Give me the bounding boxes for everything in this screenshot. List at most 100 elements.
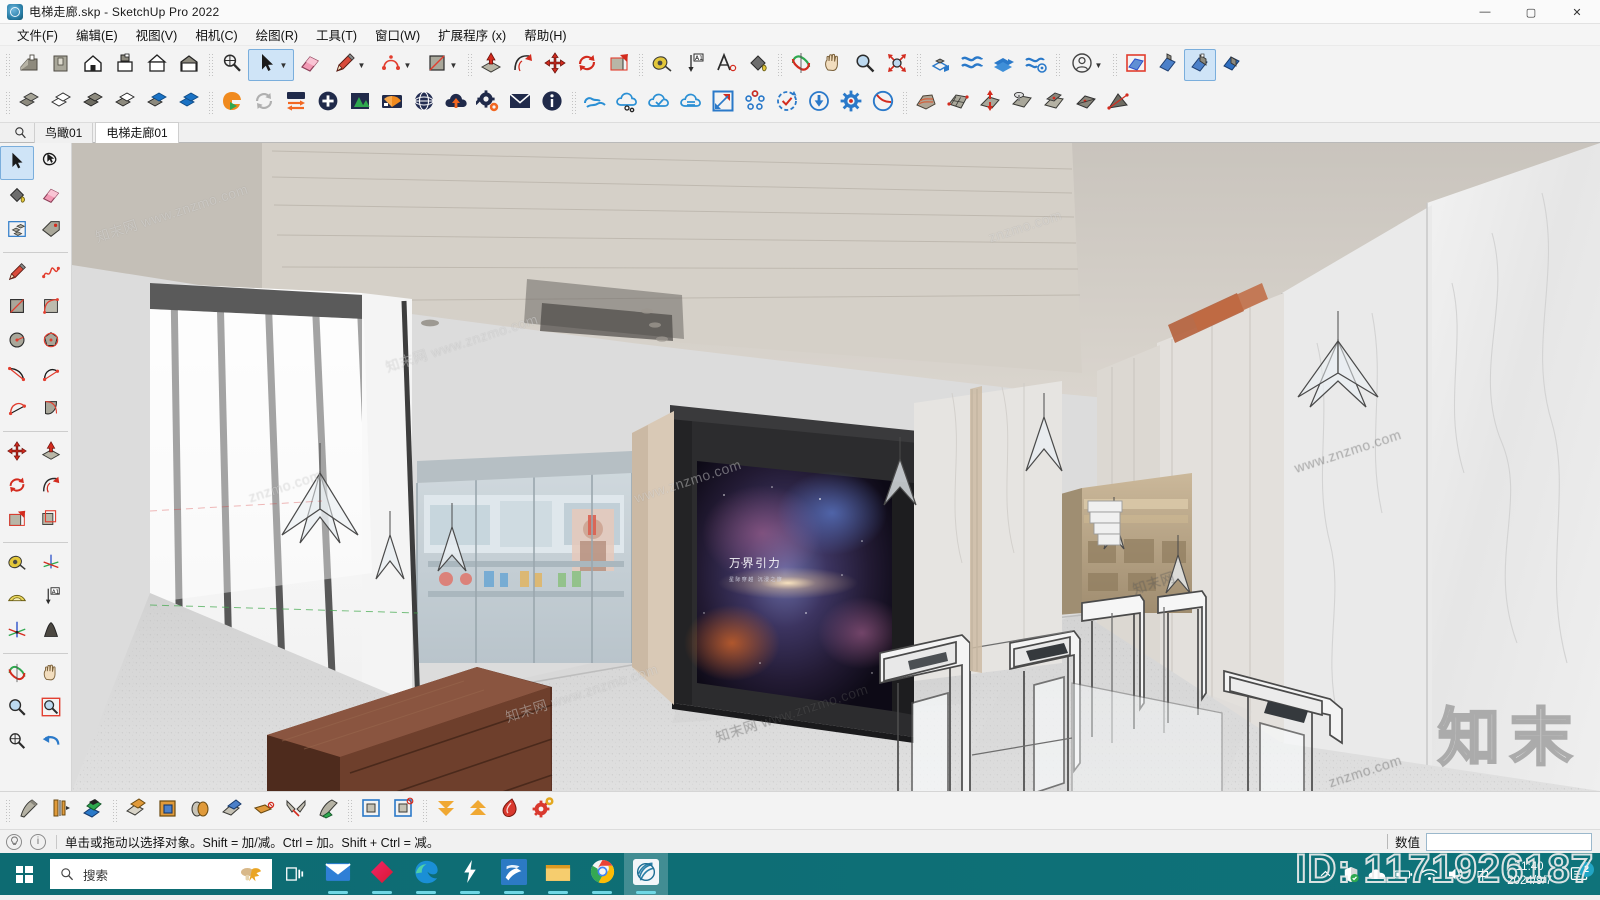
toolbar-grip[interactable]	[5, 797, 10, 824]
pan-hand-tool[interactable]	[34, 658, 68, 692]
toolbar-grip[interactable]	[1112, 52, 1117, 78]
solid-intersect-button[interactable]	[77, 795, 109, 827]
menu-view[interactable]: 视图(V)	[127, 23, 187, 46]
menu-help[interactable]: 帮助(H)	[515, 23, 575, 46]
text-tool-button[interactable]	[710, 49, 742, 81]
rectangle-tool[interactable]	[0, 291, 34, 325]
menu-edit[interactable]: 编辑(E)	[67, 23, 127, 46]
select-arrow-tool[interactable]	[0, 146, 34, 180]
circle-tool[interactable]	[0, 325, 34, 359]
layer-blue-button[interactable]	[141, 87, 173, 119]
drape-button[interactable]	[1038, 87, 1070, 119]
new-document-button[interactable]	[13, 49, 45, 81]
taskbar-app-wps[interactable]	[360, 853, 404, 895]
stamp-button[interactable]	[1006, 87, 1038, 119]
taskbar-app-mail[interactable]	[316, 853, 360, 895]
offset-tool[interactable]	[34, 504, 68, 538]
vcb-input[interactable]	[1426, 832, 1592, 851]
toolbar-grip[interactable]	[5, 90, 10, 116]
component-cloud-button[interactable]	[924, 49, 956, 81]
toolbar-grip[interactable]	[208, 52, 213, 78]
select-arrow-button[interactable]: ▼	[248, 49, 294, 81]
tape-measure-button[interactable]	[646, 49, 678, 81]
paint-bucket-button[interactable]	[742, 49, 774, 81]
minimize-button[interactable]: —	[1462, 0, 1508, 24]
flip-edge-button[interactable]	[1102, 87, 1134, 119]
globe-grid-button[interactable]	[408, 87, 440, 119]
points-circle-button[interactable]	[739, 87, 771, 119]
scene-tab-0[interactable]: 鸟瞰01	[34, 122, 94, 143]
freehand-tool[interactable]	[34, 257, 68, 291]
grid-mesh-button[interactable]	[942, 87, 974, 119]
start-button[interactable]	[0, 853, 48, 895]
pencil-tool[interactable]	[0, 257, 34, 291]
toolbar-grip[interactable]	[422, 797, 427, 824]
followme-tool[interactable]	[34, 470, 68, 504]
curve-cloud-button[interactable]	[579, 87, 611, 119]
protractor-tool[interactable]	[0, 581, 34, 615]
arc-chord-tool[interactable]	[34, 393, 68, 427]
fluid-button[interactable]	[494, 795, 526, 827]
wifi-icon[interactable]	[1416, 868, 1442, 881]
orbit-tool[interactable]	[0, 658, 34, 692]
taskbar-app-edge[interactable]	[404, 853, 448, 895]
layer-outline-button[interactable]	[45, 87, 77, 119]
pencil-button[interactable]: ▼	[326, 49, 372, 81]
solid-tools-button[interactable]	[13, 795, 45, 827]
tag-tool[interactable]	[34, 214, 68, 248]
move-tool[interactable]	[0, 436, 34, 470]
section-plane-button[interactable]	[1120, 49, 1152, 81]
battery-icon[interactable]	[1390, 869, 1416, 880]
toolbar-grip[interactable]	[208, 90, 213, 116]
toolbar-grip[interactable]	[916, 52, 921, 78]
model-viewport[interactable]: 万界引力 星际穿越 沉浸之旅 知末网 www.znzmo.com 知末网 www…	[72, 143, 1600, 791]
taskbar-app-sketchup[interactable]	[624, 853, 668, 895]
chevron-down-stack-button[interactable]	[430, 795, 462, 827]
export-button[interactable]	[173, 49, 205, 81]
layer-single-button[interactable]	[13, 87, 45, 119]
3dtext-tool[interactable]	[34, 615, 68, 649]
chevron-down-icon[interactable]: ▼	[450, 61, 458, 70]
toolbar-grip[interactable]	[638, 52, 643, 78]
zoom-extents-button[interactable]	[216, 49, 248, 81]
menu-camera[interactable]: 相机(C)	[186, 23, 246, 46]
pie-arc-tool[interactable]	[0, 393, 34, 427]
solid-trim-button[interactable]	[184, 795, 216, 827]
notification-icon[interactable]: 2	[1562, 861, 1596, 883]
followme-button[interactable]	[507, 49, 539, 81]
toolbar-grip[interactable]	[347, 797, 352, 824]
zoom-extents2-button[interactable]	[881, 49, 913, 81]
menu-draw[interactable]: 绘图(R)	[247, 23, 307, 46]
mushroom-icon[interactable]	[240, 864, 262, 884]
chevron-down-icon[interactable]: ▼	[1095, 61, 1103, 70]
save-button[interactable]	[77, 49, 109, 81]
solid-outer-button[interactable]	[45, 795, 77, 827]
dimension-button[interactable]: A1	[678, 49, 710, 81]
pushpull-tool[interactable]	[34, 436, 68, 470]
lightbulb-icon[interactable]	[6, 833, 22, 850]
dimension-tool[interactable]: A1	[34, 581, 68, 615]
sync-button[interactable]	[248, 87, 280, 119]
cloud-upload-button[interactable]	[440, 87, 472, 119]
add-circle-button[interactable]	[312, 87, 344, 119]
paint-bucket-tool[interactable]	[0, 180, 34, 214]
lasso-select-tool[interactable]	[34, 146, 68, 180]
taskbar-app-sketchup-s[interactable]	[492, 853, 536, 895]
arc-2pt-tool[interactable]	[0, 359, 34, 393]
search-icon[interactable]	[6, 126, 34, 139]
taskbar-clock[interactable]: 11:40 2024/9/7	[1497, 860, 1562, 888]
add-detail-button[interactable]	[1070, 87, 1102, 119]
chevron-down-icon[interactable]: ▼	[280, 61, 288, 70]
cloud-share-button[interactable]	[611, 87, 643, 119]
scene-tab-1[interactable]: 电梯走廊01	[95, 122, 179, 143]
chevron-up-stack-button[interactable]	[462, 795, 494, 827]
move-button[interactable]	[539, 49, 571, 81]
timer-check-button[interactable]	[771, 87, 803, 119]
taskbar-app-explorer[interactable]	[536, 853, 580, 895]
component-box-tool[interactable]	[0, 214, 34, 248]
task-view-icon[interactable]	[272, 853, 316, 895]
toolbar-grip[interactable]	[571, 90, 576, 116]
user-account-button[interactable]: ▼	[1063, 49, 1109, 81]
cloud-lines-button[interactable]	[675, 87, 707, 119]
layer-blue2-button[interactable]	[173, 87, 205, 119]
